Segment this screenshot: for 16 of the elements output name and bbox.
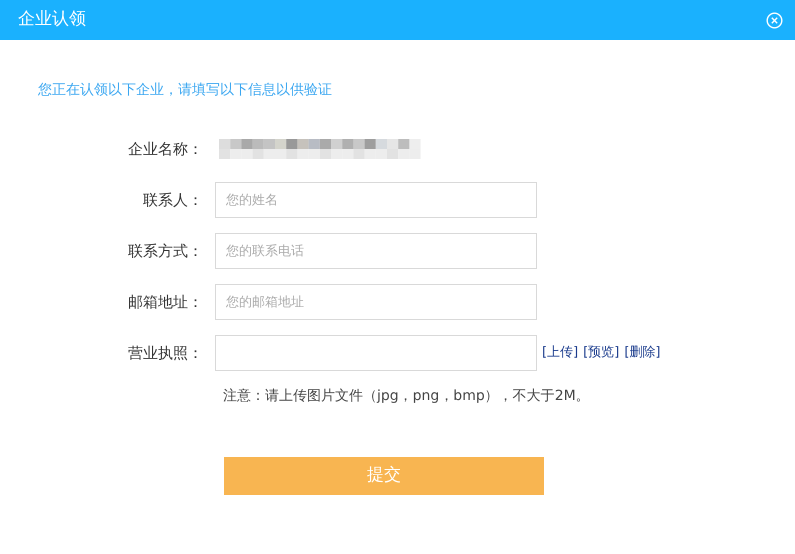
field-label: 企业名称： bbox=[127, 138, 204, 160]
input-field[interactable]: 您的邮箱地址 bbox=[215, 284, 537, 320]
field-label: 营业执照： bbox=[127, 342, 204, 364]
input-field[interactable] bbox=[215, 335, 537, 371]
field-label: 联系人： bbox=[142, 190, 204, 211]
field-label: 联系方式： bbox=[127, 240, 204, 262]
file-action-link[interactable]: [上传] bbox=[542, 343, 578, 363]
input-field[interactable]: 您的联系电话 bbox=[215, 233, 537, 269]
file-action-link[interactable]: [删除] bbox=[624, 343, 660, 363]
intro-text: 您正在认领以下企业，请填写以下信息以供验证 bbox=[38, 81, 333, 100]
dialog-title: 企业认领 bbox=[18, 8, 86, 32]
file-action-link[interactable]: [预览] bbox=[583, 343, 620, 363]
input-field[interactable]: 您的姓名 bbox=[215, 182, 537, 218]
note-text: 注意：请上传图片文件（jpg，png，bmp），不大于2M。 bbox=[223, 387, 591, 406]
field-label: 邮箱地址： bbox=[127, 292, 204, 313]
close-button[interactable] bbox=[766, 12, 783, 28]
